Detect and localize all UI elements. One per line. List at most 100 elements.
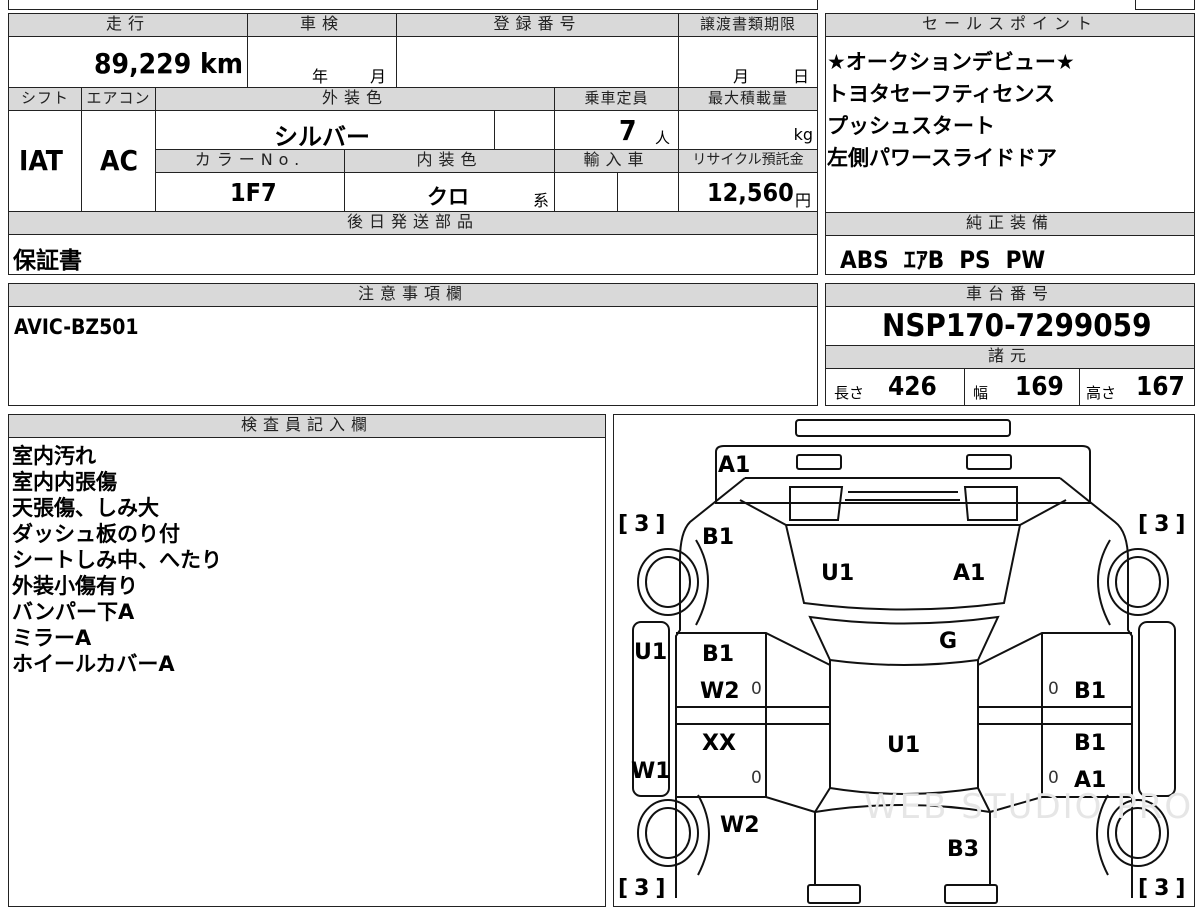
tire-rr-value: 3	[1154, 876, 1176, 901]
import-cell-b	[617, 172, 679, 212]
registration-cell	[396, 36, 679, 88]
specs-header: 諸元	[825, 345, 1195, 369]
color-no-cell: 1F7	[155, 172, 345, 212]
inspector-comment-6: 外装小傷有り	[12, 574, 138, 598]
car-diagram-box: WEB STUDIO PRO A1 U1 A1 B1 G U1 B1 W2 XX…	[613, 414, 1195, 907]
inspection-month-unit: 月	[370, 67, 387, 86]
max-load-cell: kg	[678, 110, 818, 150]
inspector-comment-3: 天張傷、しみ大	[12, 496, 159, 520]
height-label: 高さ	[1086, 384, 1117, 402]
mileage-cell: 89,229 km	[8, 36, 248, 88]
shift-cell: IAT	[8, 110, 82, 212]
inspector-comment-7: バンパー下A	[12, 600, 135, 624]
width-value: 169	[1015, 372, 1064, 402]
tire-fr-bracket: [3]	[1138, 512, 1192, 537]
mark-bonnet-u: U1	[821, 561, 855, 586]
tread-2: 0	[751, 768, 762, 788]
mark-left-rear-door: XX	[702, 731, 736, 756]
width-label: 幅	[973, 384, 989, 402]
sales-point-1: ★オークションデビュー★	[827, 50, 1075, 74]
shift-header: シフト	[8, 87, 82, 111]
inspection-year-unit: 年	[312, 67, 329, 86]
transfer-day-unit: 日	[793, 67, 810, 86]
transfer-deadline-header: 譲渡書類期限	[678, 13, 818, 37]
sales-point-4: 左側パワースライドドア	[827, 146, 1057, 170]
interior-color-value: クロ	[427, 185, 469, 209]
capacity-cell: 7 人	[554, 110, 679, 150]
import-header: 輸入車	[554, 149, 679, 173]
recycle-header: リサイクル預託金	[678, 149, 818, 173]
mark-front-bumper: A1	[718, 453, 751, 478]
aircon-cell: AC	[81, 110, 156, 212]
tire-fr-value: 3	[1154, 512, 1176, 537]
top-strip-right	[1135, 0, 1195, 10]
watermark: WEB STUDIO PRO	[864, 787, 1194, 827]
mark-rear: B3	[947, 837, 980, 862]
mark-left-front-door-b: B1	[702, 642, 735, 667]
aircon-value: AC	[100, 144, 138, 177]
tire-fl-value: 3	[634, 512, 656, 537]
height-cell: 高さ 167	[1079, 368, 1195, 406]
mark-left-front-fender: B1	[702, 525, 735, 550]
capacity-header: 乗車定員	[554, 87, 679, 111]
inspector-comment-1: 室内汚れ	[12, 444, 96, 468]
inspector-comment-8: ミラーA	[12, 626, 92, 650]
interior-color-header: 内装色	[344, 149, 555, 173]
chassis-cell: NSP170-7299059	[825, 306, 1195, 346]
top-strip	[8, 0, 818, 10]
mark-left-pillar: U1	[634, 640, 668, 665]
car-outline	[631, 418, 1176, 904]
sales-point-3: プッシュスタート	[827, 114, 995, 138]
later-parts-header: 後日発送部品	[8, 211, 818, 235]
tire-rl-value: 3	[634, 876, 656, 901]
mark-right-rear-door-b: B1	[1074, 731, 1107, 756]
exterior-color-header: 外装色	[155, 87, 555, 111]
inspector-comment-9: ホイールカバーA	[12, 652, 175, 676]
capacity-value: 7	[619, 114, 637, 147]
inspector-comment-5: シートしみ中、へたり	[12, 548, 222, 572]
inspector-comment-4: ダッシュ板のり付	[12, 522, 180, 546]
sales-points-header: セールスポイント	[825, 13, 1195, 37]
length-cell: 長さ 426	[825, 368, 965, 406]
max-load-header: 最大積載量	[678, 87, 818, 111]
notes-box: AVIC-BZ501	[8, 306, 818, 406]
exterior-color-extra-cell	[494, 110, 555, 150]
notes-value: AVIC-BZ501	[14, 315, 139, 339]
inspection-header: 車検	[247, 13, 397, 37]
recycle-cell: 12,560 円	[678, 172, 818, 212]
interior-color-suffix: 系	[533, 191, 550, 210]
width-cell: 幅 169	[964, 368, 1080, 406]
sales-points-box: ★オークションデビュー★ トヨタセーフティセンス プッシュスタート 左側パワース…	[825, 36, 1195, 213]
later-parts-cell: 保証書	[8, 234, 818, 275]
tread-4: 0	[1048, 768, 1059, 788]
shift-value: IAT	[19, 144, 63, 177]
capacity-unit: 人	[655, 129, 671, 147]
height-value: 167	[1136, 372, 1185, 402]
tire-rl-bracket: [3]	[618, 876, 672, 901]
inspector-box: 室内汚れ 室内内張傷 天張傷、しみ大 ダッシュ板のり付 シートしみ中、へたり 外…	[8, 437, 606, 907]
length-value: 426	[888, 372, 937, 402]
mark-left-rear-fender: W2	[720, 813, 760, 838]
tread-1: 0	[751, 679, 762, 699]
mark-right-rear-door-a: A1	[1074, 768, 1107, 793]
transfer-deadline-cell: 月 日	[678, 36, 818, 88]
mark-bonnet-a: A1	[953, 561, 986, 586]
sales-point-2: トヨタセーフティセンス	[827, 82, 1056, 106]
chassis-number: NSP170-7299059	[882, 308, 1152, 344]
mark-left-side: W1	[631, 759, 671, 784]
max-load-unit: kg	[793, 125, 813, 144]
exterior-color-value: シルバー	[274, 123, 370, 151]
mileage-value: 89,229 km	[94, 47, 243, 80]
color-no-header: カラーNo.	[155, 149, 345, 173]
genuine-equipment-header: 純正装備	[825, 212, 1195, 236]
length-label: 長さ	[834, 384, 865, 402]
recycle-unit: 円	[795, 191, 812, 210]
inspection-cell: 年 月	[247, 36, 397, 88]
recycle-value: 12,560	[707, 178, 794, 207]
tire-rr-bracket: [3]	[1138, 876, 1192, 901]
exterior-color-cell: シルバー	[155, 110, 495, 151]
inspector-header: 検査員記入欄	[8, 414, 606, 438]
registration-header: 登録番号	[396, 13, 679, 37]
notes-header: 注意事項欄	[8, 283, 818, 307]
mileage-header: 走行	[8, 13, 248, 37]
